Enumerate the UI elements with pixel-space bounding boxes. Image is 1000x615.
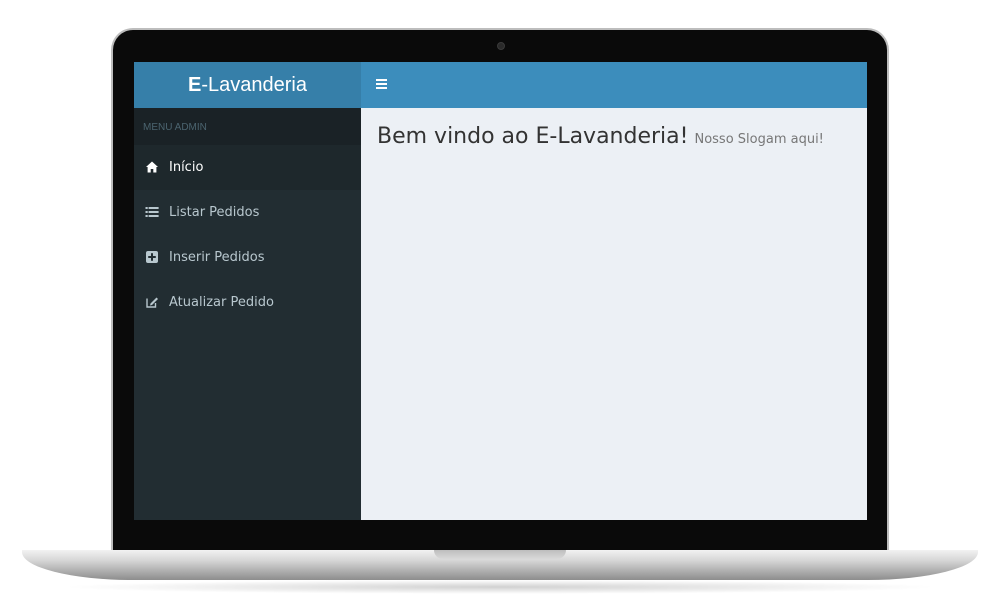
laptop-shadow: [60, 580, 940, 594]
sidebar-toggle-button[interactable]: [374, 76, 390, 94]
page-title: Bem vindo ao E-Lavanderia!: [377, 124, 689, 149]
content-header: Bem vindo ao E-Lavanderia! Nosso Slogam a…: [377, 124, 824, 149]
sidebar-item-inicio[interactable]: Início: [134, 145, 361, 190]
page-subtitle: Nosso Slogam aqui!: [694, 132, 824, 147]
app-logo[interactable]: E-Lavanderia: [134, 62, 361, 108]
laptop-screen: E-Lavanderia MENU ADMIN Início Listar Pe…: [134, 62, 867, 520]
plus-square-icon: [146, 251, 158, 263]
sidebar-item-label: Listar Pedidos: [169, 205, 260, 220]
edit-icon: [146, 297, 158, 308]
sidebar-header: MENU ADMIN: [134, 108, 361, 145]
sidebar-item-label: Inserir Pedidos: [169, 250, 265, 265]
sidebar-item-label: Atualizar Pedido: [169, 295, 274, 310]
sidebar: MENU ADMIN Início Listar Pedidos Inserir…: [134, 108, 361, 520]
list-icon: [145, 207, 159, 217]
webcam: [497, 42, 505, 50]
sidebar-item-inserir-pedidos[interactable]: Inserir Pedidos: [134, 235, 361, 280]
sidebar-item-label: Início: [169, 160, 204, 175]
home-icon: [146, 161, 158, 173]
logo-suffix: -Lavanderia: [201, 74, 307, 96]
sidebar-item-atualizar-pedido[interactable]: Atualizar Pedido: [134, 280, 361, 325]
sidebar-item-listar-pedidos[interactable]: Listar Pedidos: [134, 190, 361, 235]
top-navbar: [361, 62, 867, 108]
logo-prefix: E: [188, 74, 202, 96]
laptop-notch: [434, 550, 566, 559]
